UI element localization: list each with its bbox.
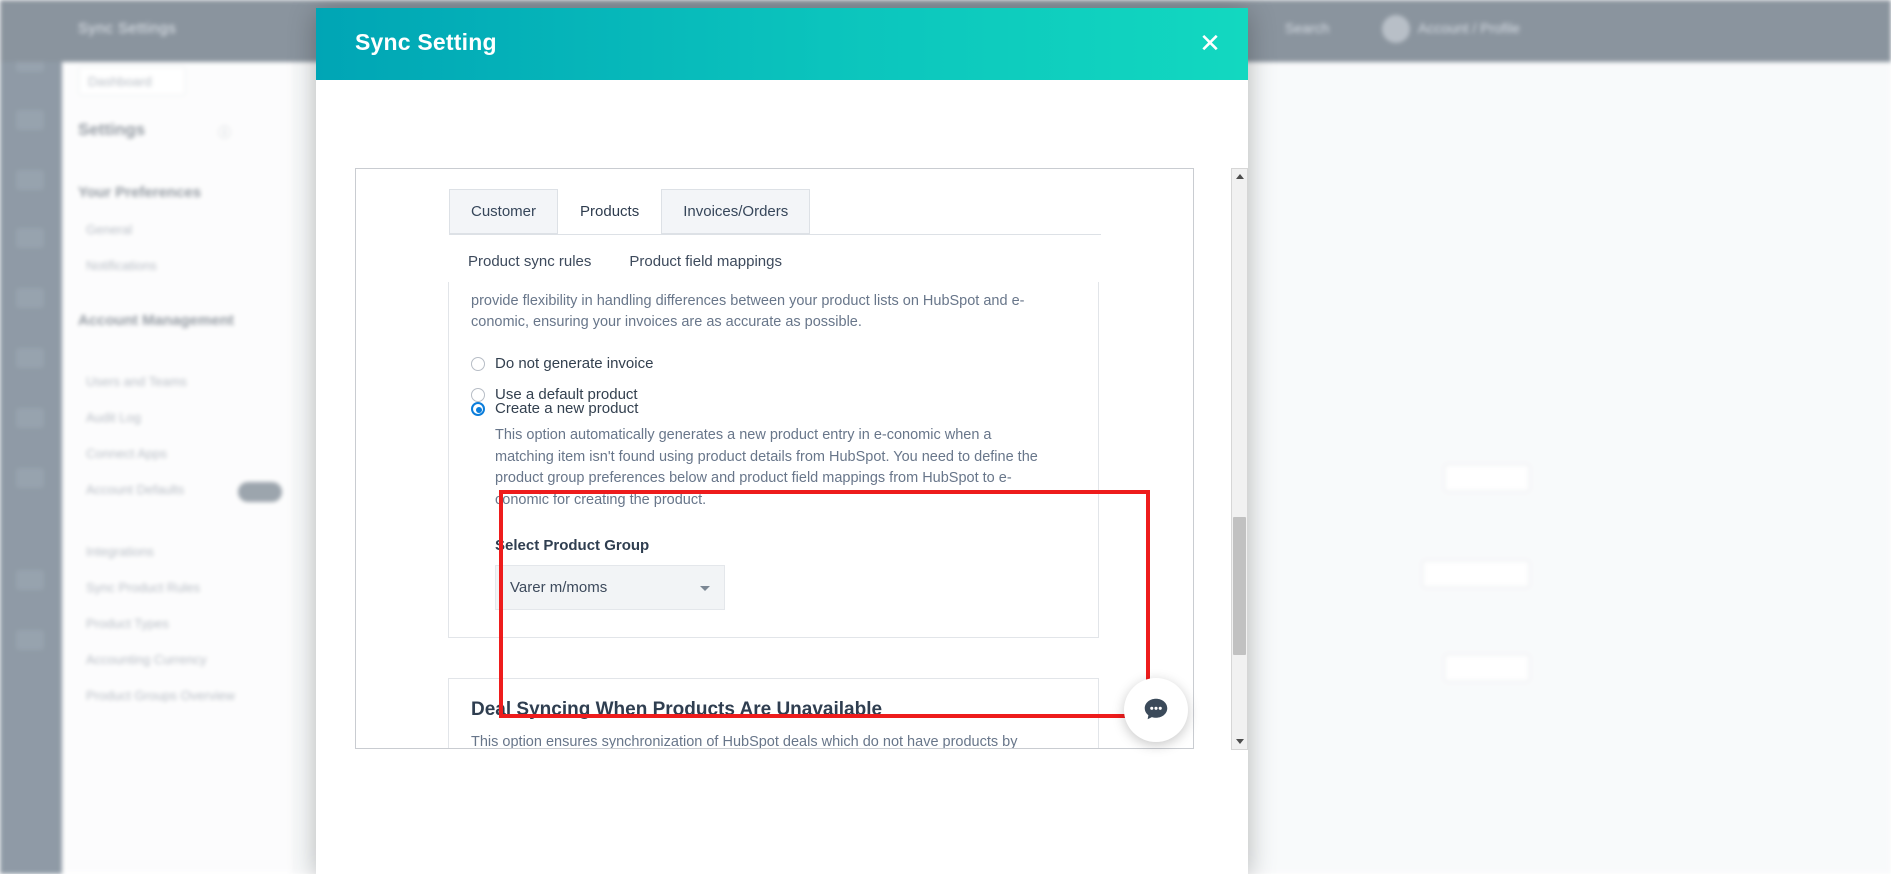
app-brand: Sync Settings [78, 20, 177, 37]
intro-line-2: conomic, ensuring your invoices are as a… [471, 314, 862, 330]
panel-scroll-region: provide flexibility in handling differen… [356, 282, 1193, 749]
rail-icon-2 [16, 110, 44, 130]
radio-option-do-not-generate-invoice[interactable]: Do not generate invoice [471, 354, 653, 373]
scrollbar-thumb[interactable] [1233, 517, 1246, 655]
sidebar-item-general: General [86, 222, 133, 237]
avatar [1382, 15, 1410, 43]
sidebar-section-1-head: Account Management [78, 312, 234, 329]
app-sidebar: Dashboard Settings ⓘ Your Preferences Ge… [62, 62, 347, 874]
deal-syncing-line-1: This option ensures synchronization of H… [471, 734, 1018, 749]
sidebar-item-users-teams: Users and Teams [86, 374, 187, 389]
product-group-value: Varer m/moms [510, 579, 608, 596]
create-new-product-description: This option automatically generates a ne… [495, 427, 1038, 508]
sidebar-item-connect-apps: Connect Apps [86, 446, 167, 461]
change-button-2 [1444, 654, 1530, 682]
caret-up-icon[interactable] [1232, 169, 1247, 184]
app-user-label: Account / Profile [1418, 20, 1520, 36]
tab-customer[interactable]: Customer [449, 189, 559, 234]
product-group-select[interactable]: Varer m/moms [495, 565, 725, 610]
tab-invoices-orders[interactable]: Invoices/Orders [661, 189, 811, 234]
rail-icon-9 [16, 570, 44, 590]
sidebar-toggle [238, 482, 282, 502]
change-button-1 [1444, 464, 1530, 492]
sidebar-item-product-groups: Product Groups Overview [86, 688, 235, 703]
deal-syncing-card: Deal Syncing When Products Are Unavailab… [448, 678, 1099, 749]
chat-bubble-icon[interactable] [1124, 678, 1188, 742]
sidebar-item-product-types: Product Types [86, 616, 169, 631]
rail-icon-4 [16, 228, 44, 248]
radio-option-create-a-new-product[interactable]: Create a new product [471, 399, 1081, 418]
sidebar-item-integrations: Integrations [86, 544, 154, 559]
app-left-rail [0, 0, 62, 874]
chevron-down-icon[interactable] [700, 586, 710, 591]
rail-icon-5 [16, 288, 44, 308]
app-search: Search [1285, 20, 1330, 36]
modal-header: Sync Setting ✕ [316, 8, 1248, 80]
rail-icon-6 [16, 348, 44, 368]
rail-icon-7 [16, 408, 44, 428]
rail-icon-3 [16, 170, 44, 190]
edit-settings-button [1422, 560, 1530, 588]
select-product-group-label: Select Product Group [495, 537, 650, 554]
sync-setting-modal: Sync Setting ✕ Customer Products Invoice… [316, 8, 1248, 874]
modal-body: Customer Products Invoices/Orders Produc… [316, 80, 1248, 874]
radio-icon-checked[interactable] [471, 402, 485, 416]
product-rules-card: provide flexibility in handling differen… [448, 282, 1099, 638]
caret-down-icon[interactable] [1232, 734, 1247, 749]
sidebar-item-audit-log: Audit Log [86, 410, 141, 425]
sidebar-section-0-head: Your Preferences [78, 184, 202, 201]
rail-icon-8 [16, 468, 44, 488]
modal-scrollbar[interactable] [1231, 168, 1248, 750]
create-new-product-block: Create a new product This option automat… [471, 399, 1081, 610]
tab-product-field-mappings[interactable]: Product field mappings [610, 243, 801, 285]
tabs-underline [449, 234, 1101, 235]
radio-label: Create a new product [495, 400, 639, 417]
modal-title: Sync Setting [355, 29, 497, 55]
sidebar-item-account-defaults: Account Defaults [86, 482, 185, 497]
sidebar-pill-label: Dashboard [88, 74, 152, 89]
deal-syncing-title: Deal Syncing When Products Are Unavailab… [471, 699, 883, 720]
sidebar-item-notifications: Notifications [86, 258, 157, 273]
page-title: Settings [78, 120, 146, 139]
sidebar-item-sync-product-rules: Sync Product Rules [86, 580, 201, 595]
close-icon[interactable]: ✕ [1194, 28, 1226, 60]
settings-panel: Customer Products Invoices/Orders Produc… [355, 168, 1194, 749]
radio-icon-unchecked[interactable] [471, 357, 485, 371]
tab-product-sync-rules[interactable]: Product sync rules [449, 243, 611, 285]
tab-products[interactable]: Products [558, 189, 662, 234]
radio-label: Do not generate invoice [495, 355, 654, 372]
main-tab-bar: Customer Products Invoices/Orders [449, 189, 811, 234]
sub-tab-bar: Product sync rules Product field mapping… [449, 243, 801, 285]
sidebar-item-accounting-currency: Accounting Currency [86, 652, 207, 667]
intro-line-1: provide flexibility in handling differen… [471, 293, 1025, 309]
rail-icon-10 [16, 630, 44, 650]
page-title-icon: ⓘ [218, 125, 232, 140]
